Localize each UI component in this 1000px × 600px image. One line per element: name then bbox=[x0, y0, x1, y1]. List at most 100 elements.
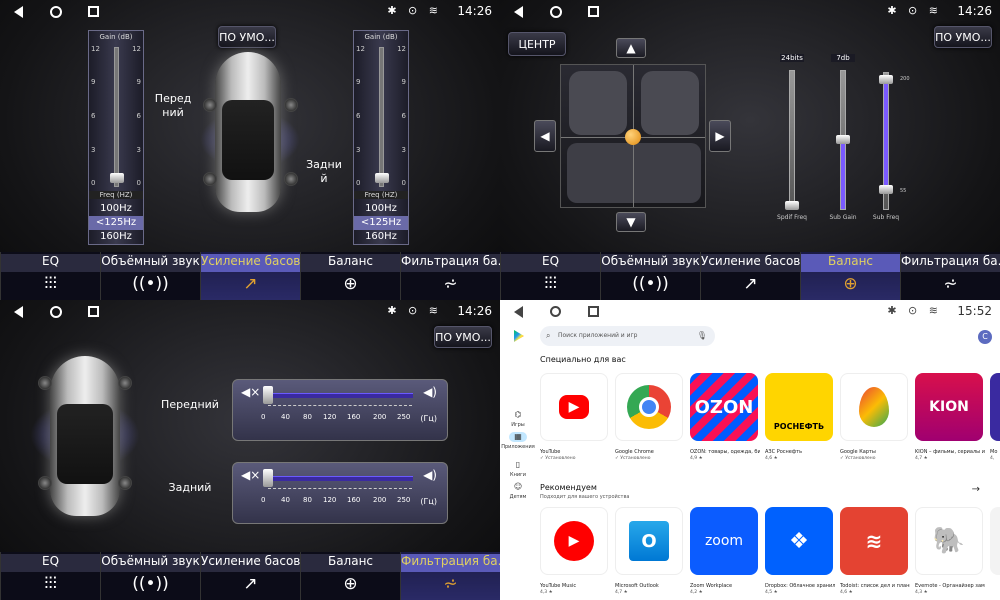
back-icon[interactable] bbox=[14, 6, 23, 18]
tab-eq[interactable]: EQ ⫶⫶⫶ bbox=[0, 552, 100, 600]
front-gain-slider[interactable]: Gain (dB) 12 12 9 9 6 6 3 3 0 0 Freq (HZ) 100… bbox=[88, 30, 144, 245]
app-card[interactable]: ≋ Todoist: список дел и планы 4,6 ★ bbox=[840, 507, 910, 595]
slider-knob[interactable] bbox=[785, 201, 799, 210]
down-arrow-button[interactable]: ▼ bbox=[616, 212, 646, 232]
slider-knob[interactable] bbox=[879, 75, 893, 84]
preset-button[interactable]: ПО УМО... bbox=[934, 26, 992, 48]
tab-bass[interactable]: Усиление басов ↗ bbox=[200, 252, 300, 300]
tab-bass[interactable]: Усиление басов ↗ bbox=[200, 552, 300, 600]
tab-eq[interactable]: EQ ⫶⫶⫶ bbox=[0, 252, 100, 300]
back-icon[interactable] bbox=[514, 6, 523, 18]
app-card[interactable]: Google Chrome ✓ Установлено bbox=[615, 373, 685, 461]
slider-knob[interactable] bbox=[110, 173, 124, 183]
equalizer-icon: ⫶⫶⫶ bbox=[44, 574, 57, 594]
kids-icon: ☺ bbox=[513, 482, 523, 491]
recents-icon[interactable] bbox=[88, 306, 99, 317]
app-card[interactable]: ▶ YouTube Music 4,3 ★ bbox=[540, 507, 610, 595]
right-arrow-button[interactable]: ▶ bbox=[709, 120, 731, 152]
tick: 12 bbox=[132, 45, 141, 53]
scale-label: 120 bbox=[323, 496, 337, 504]
slider-knob[interactable] bbox=[879, 185, 893, 194]
rear-gain-slider[interactable]: Gain (dB) 12 12 9 9 6 6 3 3 0 0 Freq (HZ) 100… bbox=[353, 30, 409, 245]
preset-button[interactable]: ПО УМО... bbox=[218, 26, 276, 48]
sidebar-item-games[interactable]: ⌬ Игры bbox=[500, 410, 536, 428]
app-card[interactable]: Google Карты ✓ Установлено bbox=[840, 373, 910, 461]
app-meta: ✓ Установлено bbox=[540, 456, 576, 461]
slider-track[interactable] bbox=[267, 476, 413, 481]
sub-gain-slider[interactable] bbox=[836, 70, 850, 210]
app-card[interactable]: zoom Zoom Workplace 4,2 ★ bbox=[690, 507, 760, 595]
tab-surround[interactable]: Объёмный звук ((•)) bbox=[100, 552, 200, 600]
app-card[interactable]: KION KION – фильмы, сериалы и тв 4,7 ★ bbox=[915, 373, 985, 461]
arrow-right-icon[interactable]: → bbox=[972, 484, 980, 495]
clock: 15:52 bbox=[957, 304, 992, 318]
app-card[interactable]: OZON OZON: товары, одежда, билеты4,9 ★ bbox=[690, 373, 760, 461]
sidebar-item-kids[interactable]: ☺ Детям bbox=[500, 482, 536, 500]
app-card-partial[interactable]: Mo 4, bbox=[990, 373, 1000, 461]
sidebar-item-books[interactable]: ▯ Книги bbox=[500, 460, 536, 478]
app-card-partial[interactable] bbox=[990, 507, 1000, 575]
back-icon[interactable] bbox=[514, 306, 523, 318]
freq-option-selected[interactable]: <125Hz bbox=[354, 216, 408, 230]
tab-balance[interactable]: Баланс ⊕ bbox=[300, 552, 400, 600]
mute-icon[interactable]: ◀× bbox=[241, 468, 260, 482]
preset-button[interactable]: ПО УМО... bbox=[434, 326, 492, 348]
freq-option[interactable]: 100Hz bbox=[89, 202, 143, 216]
rear-filter-slider[interactable]: ◀× ◀) 0 40 80 120 160 200 250 (Гц) bbox=[232, 462, 448, 524]
avatar[interactable]: С bbox=[978, 330, 992, 344]
youtube-music-icon: ▶ bbox=[540, 507, 608, 575]
app-card[interactable]: O Microsoft Outlook 4,7 ★ bbox=[615, 507, 685, 595]
slider-track[interactable] bbox=[114, 47, 119, 187]
tab-balance[interactable]: Баланс ⊕ bbox=[800, 252, 900, 300]
tab-bass[interactable]: Усиление басов ↗ bbox=[700, 252, 800, 300]
tab-label: Фильтрация ба... bbox=[401, 254, 500, 272]
sub-freq-slider[interactable] bbox=[879, 72, 893, 210]
tab-eq[interactable]: EQ ⫶⫶⫶ bbox=[500, 252, 600, 300]
slider-knob[interactable] bbox=[263, 386, 273, 404]
spdif-freq-slider[interactable] bbox=[785, 70, 799, 210]
recents-icon[interactable] bbox=[588, 306, 599, 317]
slider-knob[interactable] bbox=[375, 173, 389, 183]
tab-filter[interactable]: Фильтрация ба... ⩫ bbox=[900, 252, 1000, 300]
play-store-logo-icon[interactable] bbox=[514, 330, 524, 342]
balance-point[interactable] bbox=[625, 129, 641, 145]
app-card[interactable]: ▶ YouTube ✓ Установлено bbox=[540, 373, 610, 461]
tab-filter[interactable]: Фильтрация ба... ⩫ bbox=[400, 252, 500, 300]
home-icon[interactable] bbox=[550, 6, 562, 18]
tab-filter[interactable]: Фильтрация ба... ⩫ bbox=[400, 552, 500, 600]
home-icon[interactable] bbox=[550, 306, 561, 317]
seat-balance-grid[interactable] bbox=[560, 64, 706, 208]
center-button[interactable]: ЦЕНТР bbox=[508, 32, 566, 56]
recents-icon[interactable] bbox=[588, 6, 599, 17]
tab-label: Объёмный звук bbox=[101, 554, 200, 572]
slider-track[interactable] bbox=[379, 47, 384, 187]
mute-icon[interactable]: ◀× bbox=[241, 385, 260, 399]
tab-label: EQ bbox=[501, 254, 600, 272]
app-card[interactable]: 🐘 Evernote - Органайзер заметок4,3 ★ bbox=[915, 507, 985, 595]
slider-track[interactable] bbox=[267, 393, 413, 398]
freq-label: Freq (HZ) bbox=[89, 191, 143, 199]
tab-balance[interactable]: Баланс ⊕ bbox=[300, 252, 400, 300]
up-arrow-button[interactable]: ▲ bbox=[616, 38, 646, 58]
app-card[interactable]: ❖ Dropbox: Облачное хранилище4,5 ★ bbox=[765, 507, 835, 595]
front-filter-slider[interactable]: ◀× ◀) 0 40 80 120 160 200 250 (Гц) bbox=[232, 379, 448, 441]
tab-surround[interactable]: Объёмный звук ((•)) bbox=[600, 252, 700, 300]
freq-option-selected[interactable]: <125Hz bbox=[89, 216, 143, 230]
search-input[interactable]: ⌕ Поиск приложений и игр 🎙 bbox=[540, 326, 715, 346]
left-arrow-button[interactable]: ◀ bbox=[534, 120, 556, 152]
home-icon[interactable] bbox=[50, 306, 62, 318]
recents-icon[interactable] bbox=[88, 6, 99, 17]
mic-icon[interactable]: 🎙 bbox=[697, 326, 707, 346]
tick: 9 bbox=[401, 78, 406, 86]
tick: 9 bbox=[136, 78, 141, 86]
freq-option[interactable]: 160Hz bbox=[354, 230, 408, 244]
back-icon[interactable] bbox=[14, 306, 23, 318]
app-card[interactable]: РОСНЕФТЬ АЗС Роснефть 4,6 ★ bbox=[765, 373, 835, 461]
freq-option[interactable]: 160Hz bbox=[89, 230, 143, 244]
home-icon[interactable] bbox=[50, 6, 62, 18]
freq-option[interactable]: 100Hz bbox=[354, 202, 408, 216]
tab-surround[interactable]: Объёмный звук ((•)) bbox=[100, 252, 200, 300]
slider-knob[interactable] bbox=[263, 469, 273, 487]
sidebar-item-apps[interactable]: ▦ Приложения bbox=[500, 432, 536, 450]
slider-knob[interactable] bbox=[836, 135, 850, 144]
